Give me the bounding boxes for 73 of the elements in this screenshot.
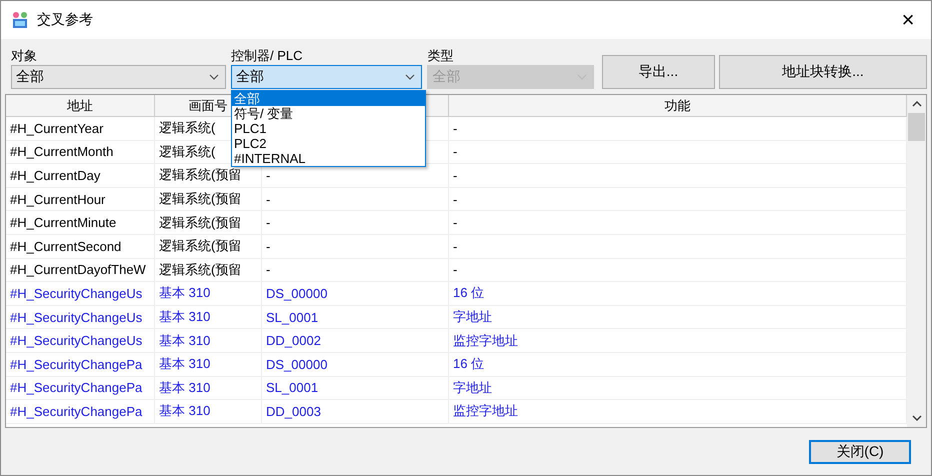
table-cell: - [266, 262, 270, 278]
table-cell: - [266, 192, 270, 207]
table-cell: 逻辑系统(预留 [159, 214, 242, 232]
table-cell: #H_SecurityChangeUs [10, 333, 142, 348]
table-cell: - [453, 120, 458, 136]
table-cell: 基本 310 [159, 355, 210, 374]
close-dialog-button[interactable]: 关闭(C) [809, 440, 911, 464]
table-cell: 逻辑系统( [159, 119, 216, 138]
table-cell: #H_CurrentSecond [10, 238, 122, 254]
dropdown-option[interactable]: 符号/ 变量 [232, 106, 426, 121]
table-cell: 逻辑系统(预留 [159, 237, 242, 256]
table-cell: 16 位 [453, 284, 484, 302]
table-cell: 逻辑系统(预留 [159, 190, 242, 208]
table-cell: #H_CurrentMonth [10, 144, 114, 160]
table-cell: #H_SecurityChangeUs [10, 310, 142, 325]
scrollbar[interactable] [907, 95, 926, 427]
scroll-thumb[interactable] [908, 113, 925, 141]
table-cell: DS_00000 [266, 356, 328, 372]
table-cell: - [453, 192, 458, 207]
dropdown-option[interactable]: 全部 [232, 91, 426, 106]
table-cell: 基本 310 [159, 308, 210, 326]
table-cell: DD_0002 [266, 333, 321, 348]
table-cell: 基本 310 [159, 402, 210, 420]
dropdown[interactable]: 全部 [231, 65, 422, 89]
table-cell: #H_CurrentHour [10, 192, 106, 207]
chevron-icon [209, 74, 220, 80]
table-cell: - [266, 168, 270, 183]
window-title: 交叉参考 [37, 11, 94, 29]
toolbar-button[interactable]: 地址块转换... [718, 55, 927, 89]
table-cell: - [266, 215, 270, 230]
table-cell: 基本 310 [159, 378, 210, 397]
table-cell: #H_SecurityChangePa [10, 380, 142, 396]
filter-label: 控制器/ PLC [231, 47, 304, 65]
table-cell: SL_0001 [266, 310, 318, 325]
close-button[interactable]: × [885, 1, 931, 39]
table-cell: SL_0001 [266, 380, 318, 396]
table-cell: 监控字地址 [453, 332, 518, 350]
table-cell: 字地址 [453, 378, 492, 397]
table-cell: #H_SecurityChangePa [10, 404, 142, 419]
table-cell: 基本 310 [159, 284, 210, 302]
table-cell: #H_CurrentDay [10, 168, 100, 183]
dropdown-option[interactable]: PLC1 [232, 121, 426, 136]
table-cell: 逻辑系统(预留 [159, 260, 242, 279]
table-cell: DS_00000 [266, 286, 328, 301]
table-cell: - [453, 144, 458, 160]
dropdown-option[interactable]: #INTERNAL [232, 151, 426, 166]
table-cell: 监控字地址 [453, 402, 518, 420]
table-cell: - [453, 215, 458, 230]
table-cell: #H_CurrentDayofTheW [10, 262, 146, 278]
table-cell: 逻辑系统( [159, 142, 216, 161]
table-cell: 16 位 [453, 355, 484, 374]
table-cell: #H_CurrentYear [10, 120, 104, 136]
table-cell: - [453, 262, 458, 278]
table-cell: 基本 310 [159, 332, 210, 350]
filter-label: 对象 [11, 47, 38, 65]
table-cell: DD_0003 [266, 404, 321, 419]
column-header[interactable]: 功能 [664, 96, 690, 114]
column-header[interactable]: 地址 [67, 96, 93, 114]
table-cell: - [453, 168, 458, 183]
scroll-up-icon [912, 101, 922, 107]
table-cell: #H_CurrentMinute [10, 215, 116, 230]
filter-label: 类型 [427, 47, 454, 65]
table-cell: - [266, 238, 270, 254]
table-cell: #H_SecurityChangePa [10, 356, 142, 372]
scroll-down-icon [912, 415, 922, 421]
table-cell: - [453, 238, 458, 254]
table-cell: 字地址 [453, 308, 492, 326]
toolbar-button[interactable]: 导出... [602, 55, 715, 89]
table-cell: #H_SecurityChangeUs [10, 286, 142, 301]
chevron-icon [405, 74, 416, 80]
dropdown[interactable]: 全部 [11, 65, 226, 89]
table-cell: 逻辑系统(预留 [159, 166, 242, 184]
dropdown-option[interactable]: PLC2 [232, 136, 426, 151]
